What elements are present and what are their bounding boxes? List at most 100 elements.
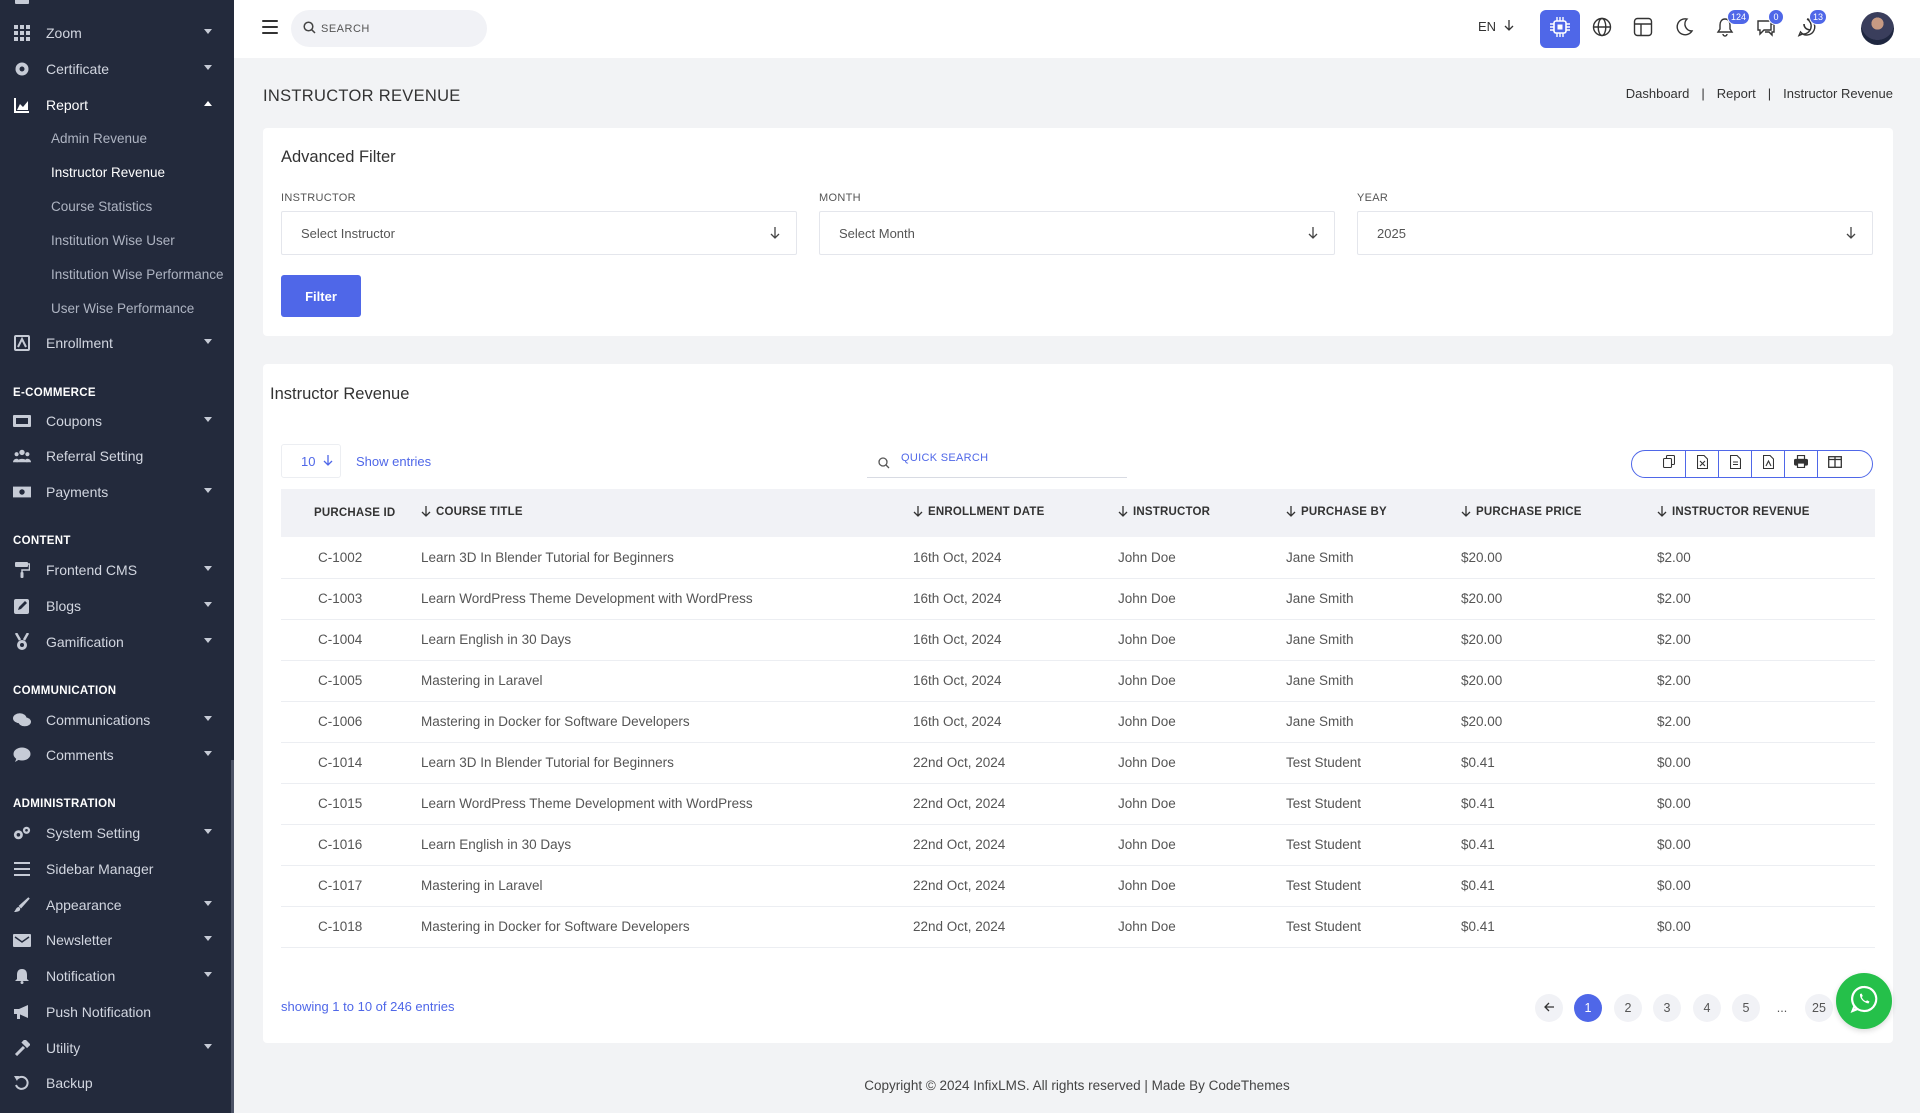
- pagination-prev[interactable]: [1535, 994, 1563, 1022]
- column-header-instructor-revenue[interactable]: INSTRUCTOR REVENUE: [1657, 489, 1875, 537]
- sidebar-item-appearance[interactable]: Appearance: [0, 892, 231, 918]
- cell-purchase-price: $20.00: [1461, 673, 1503, 688]
- arrow-down-icon: [1308, 226, 1318, 244]
- instructor-select[interactable]: Select Instructor: [281, 211, 797, 255]
- excel-export-button[interactable]: [1686, 451, 1719, 477]
- breadcrumb-report[interactable]: Report: [1717, 86, 1756, 101]
- cell-course-title: Learn 3D In Blender Tutorial for Beginne…: [421, 549, 674, 565]
- csv-export-button[interactable]: [1719, 451, 1752, 477]
- copy-button[interactable]: [1653, 451, 1686, 477]
- cell-course-title: Learn WordPress Theme Development with W…: [421, 591, 753, 606]
- sidebar-item-newsletter[interactable]: Newsletter: [0, 927, 231, 953]
- user-avatar[interactable]: [1861, 12, 1894, 45]
- dark-mode-toggle[interactable]: [1664, 10, 1704, 48]
- sidebar-item-label: Comments: [46, 747, 114, 763]
- cell-purchase-price: $0.41: [1461, 755, 1495, 770]
- sidebar-item-virtual-class[interactable]: [0, 0, 231, 12]
- sidebar-scrollbar[interactable]: [231, 760, 234, 1113]
- website-button[interactable]: [1582, 10, 1622, 48]
- edit-icon: [13, 597, 31, 615]
- print-button[interactable]: [1785, 451, 1818, 477]
- sidebar-subitem-institution-wise-user[interactable]: Institution Wise User: [51, 233, 175, 255]
- cell-purchase-id: C-1017: [318, 878, 363, 893]
- sidebar-item-notification[interactable]: Notification: [0, 963, 231, 989]
- pagination-page[interactable]: 3: [1653, 994, 1681, 1022]
- column-header-purchase-by[interactable]: PURCHASE BY: [1286, 489, 1461, 537]
- cell-instructor: John Doe: [1118, 549, 1176, 565]
- column-header-purchase-id[interactable]: PURCHASE ID: [281, 489, 421, 537]
- page-size-select[interactable]: 10: [281, 444, 341, 478]
- sidebar-item-sidebar-manager[interactable]: Sidebar Manager: [0, 856, 231, 882]
- ai-assistant-button[interactable]: [1540, 10, 1580, 48]
- table-header-row: PURCHASE ID COURSE TITLE ENROLLMENT DATE…: [281, 489, 1875, 537]
- year-select[interactable]: 2025: [1357, 211, 1873, 255]
- global-search-input[interactable]: [321, 19, 471, 39]
- cell-instructor-revenue: $2.00: [1657, 591, 1691, 606]
- column-header-purchase-price[interactable]: PURCHASE PRICE: [1461, 489, 1657, 537]
- messages-button[interactable]: 0: [1746, 9, 1786, 48]
- quick-search-input[interactable]: [901, 452, 1111, 464]
- month-select[interactable]: Select Month: [819, 211, 1335, 255]
- pagination-page[interactable]: 4: [1693, 994, 1721, 1022]
- cell-course-title: Learn 3D In Blender Tutorial for Beginne…: [421, 755, 674, 770]
- sidebar-subitem-institution-wise-performance[interactable]: Institution Wise Performance: [51, 267, 224, 289]
- cell-instructor-revenue: $2.00: [1657, 714, 1691, 729]
- cell-instructor: John Doe: [1118, 591, 1176, 606]
- chevron-down-icon: [204, 1044, 212, 1049]
- sidebar-item-frontend-cms[interactable]: Frontend CMS: [0, 557, 231, 583]
- showing-entries-text: showing 1 to 10 of 246 entries: [281, 999, 455, 1014]
- column-header-instructor[interactable]: INSTRUCTOR: [1118, 489, 1286, 537]
- breadcrumb-dashboard[interactable]: Dashboard: [1626, 86, 1690, 101]
- language-selector[interactable]: EN: [1478, 19, 1514, 34]
- cell-enrollment-date: 16th Oct, 2024: [913, 549, 1002, 565]
- sidebar-item-report[interactable]: Report: [0, 92, 231, 118]
- sidebar-subitem-user-wise-performance[interactable]: User Wise Performance: [51, 301, 194, 323]
- sidebar-item-referral-setting[interactable]: Referral Setting: [0, 443, 231, 469]
- chevron-down-icon: [204, 65, 212, 70]
- table-row: C-1015 Learn WordPress Theme Development …: [281, 783, 1875, 824]
- sidebar-item-comments[interactable]: Comments: [0, 742, 231, 768]
- coupon-icon: [13, 412, 31, 430]
- medal-icon: [13, 633, 31, 651]
- sidebar-item-certificate[interactable]: Certificate: [0, 56, 231, 82]
- newsletter-icon: [13, 931, 31, 949]
- pagination-page[interactable]: 5: [1732, 994, 1760, 1022]
- sidebar-item-backup[interactable]: Backup: [0, 1070, 231, 1096]
- pagination-ellipsis: ...: [1776, 1001, 1788, 1015]
- sidebar-item-coupons[interactable]: Coupons: [0, 408, 231, 434]
- cell-instructor: John Doe: [1118, 755, 1176, 770]
- menu-toggle-icon[interactable]: [262, 20, 278, 34]
- notifications-button[interactable]: 124: [1705, 9, 1751, 48]
- pdf-export-button[interactable]: [1752, 451, 1785, 477]
- layout-button[interactable]: [1623, 10, 1663, 48]
- cell-purchase-id: C-1005: [318, 673, 363, 688]
- sidebar-item-utility[interactable]: Utility: [0, 1035, 231, 1061]
- sidebar-item-enrollment[interactable]: Enrollment: [0, 330, 231, 356]
- pagination-page[interactable]: 1: [1574, 994, 1602, 1022]
- sidebar-item-zoom[interactable]: Zoom: [0, 20, 231, 46]
- cell-purchase-by: Test Student: [1286, 919, 1362, 934]
- column-visibility-button[interactable]: [1818, 451, 1851, 477]
- sidebar-item-push-notification[interactable]: Push Notification: [0, 999, 231, 1025]
- whatsapp-chat-button[interactable]: 13: [1787, 9, 1828, 48]
- column-header-course-title[interactable]: COURSE TITLE: [421, 489, 913, 537]
- table-row: C-1003 Learn WordPress Theme Development …: [281, 578, 1875, 619]
- sidebar-item-communications[interactable]: Communications: [0, 707, 231, 733]
- filter-button[interactable]: Filter: [281, 275, 361, 317]
- sidebar-item-payments[interactable]: Payments: [0, 479, 231, 505]
- pagination-page[interactable]: 2: [1614, 994, 1642, 1022]
- sidebar-item-label: Communications: [46, 712, 151, 728]
- list-icon: [13, 860, 31, 878]
- pagination-page[interactable]: 25: [1805, 994, 1833, 1022]
- copy-icon: [1662, 454, 1676, 473]
- sidebar-subitem-instructor-revenue[interactable]: Instructor Revenue: [51, 165, 165, 187]
- language-label: EN: [1478, 19, 1497, 34]
- sidebar-subitem-course-statistics[interactable]: Course Statistics: [51, 199, 152, 221]
- sidebar-item-system-setting[interactable]: System Setting: [0, 820, 231, 846]
- column-header-enrollment-date[interactable]: ENROLLMENT DATE: [913, 489, 1118, 537]
- sidebar-item-blogs[interactable]: Blogs: [0, 593, 231, 619]
- sidebar-item-gamification[interactable]: Gamification: [0, 629, 231, 655]
- sidebar-subitem-admin-revenue[interactable]: Admin Revenue: [51, 131, 147, 153]
- search-icon: [878, 456, 890, 474]
- whatsapp-float-button[interactable]: [1836, 973, 1892, 1029]
